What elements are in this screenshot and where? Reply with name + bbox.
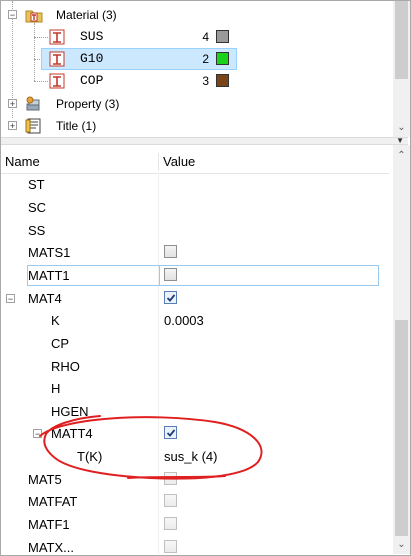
grid-row-hgen[interactable]: HGEN <box>1 400 389 423</box>
property-name: MATF1 <box>28 517 70 532</box>
grid-row-cp[interactable]: CP <box>1 332 389 355</box>
collapse-icon[interactable]: − <box>33 429 42 439</box>
material-type-icon <box>49 51 67 67</box>
matt1-checkbox[interactable] <box>164 268 177 281</box>
splitter-arrow-icon: ▼ <box>396 136 404 145</box>
grid-row-matt1[interactable]: MATT1 <box>1 264 389 287</box>
grid-header: Name Value <box>1 151 389 174</box>
property-icon <box>25 96 43 112</box>
column-header-name[interactable]: Name <box>1 151 158 173</box>
tree-item-title[interactable]: + Title (1) <box>1 115 241 137</box>
grid-row-matx[interactable]: MATX... <box>1 536 389 554</box>
property-name: MAT4 <box>28 291 62 306</box>
property-name: HGEN <box>51 404 89 419</box>
tree-item-property[interactable]: + Property (3) <box>1 93 241 115</box>
mat5-checkbox[interactable] <box>164 472 177 485</box>
matfat-checkbox[interactable] <box>164 494 177 507</box>
grid-row-sc[interactable]: SC <box>1 196 389 219</box>
color-swatch[interactable] <box>216 30 229 43</box>
grid-row-k[interactable]: K 0.0003 <box>1 309 389 332</box>
expand-icon[interactable]: + <box>8 99 17 109</box>
matt4-checkbox[interactable] <box>164 426 177 439</box>
mat4-checkbox[interactable] <box>164 291 177 304</box>
material-type-icon <box>49 73 67 89</box>
material-id: 4 <box>202 30 209 44</box>
grid-row-mat4[interactable]: − MAT4 <box>1 287 389 310</box>
mats1-checkbox[interactable] <box>164 245 177 258</box>
tree-item-cop[interactable]: COP 3 <box>1 70 241 92</box>
tree-item-label: Material (3) <box>56 8 117 22</box>
tree-item-g10[interactable]: G10 2 <box>1 48 241 70</box>
row-focus-outline <box>27 265 379 286</box>
tree-item-material[interactable]: − Material (3) <box>1 4 241 26</box>
grid-row-h[interactable]: H <box>1 377 389 400</box>
grid-row-mats1[interactable]: MATS1 <box>1 241 389 264</box>
grid-row-tk[interactable]: T(K) sus_k (4) <box>1 445 389 468</box>
scroll-down-icon[interactable]: ⌄ <box>393 536 410 553</box>
tree-item-label: Title (1) <box>56 119 97 133</box>
tree-item-label: COP <box>80 73 104 88</box>
grid-row-rho[interactable]: RHO <box>1 355 389 378</box>
grid-row-ss[interactable]: SS <box>1 219 389 242</box>
panel-splitter[interactable]: ▼ <box>1 136 408 145</box>
matx-checkbox[interactable] <box>164 540 177 553</box>
grid-row-st[interactable]: ST <box>1 173 389 196</box>
property-name: K <box>51 313 60 328</box>
scroll-up-icon[interactable]: ⌃ <box>393 147 410 164</box>
property-name: MATT4 <box>51 426 93 441</box>
grid-row-mat5[interactable]: MAT5 <box>1 468 389 491</box>
property-value[interactable]: 0.0003 <box>164 309 204 332</box>
property-name: MATT1 <box>28 268 70 283</box>
property-name: SS <box>28 223 46 238</box>
collapse-icon[interactable]: − <box>6 294 15 304</box>
grid-row-matfat[interactable]: MATFAT <box>1 490 389 513</box>
property-name: MATS1 <box>28 245 71 260</box>
material-id: 2 <box>202 52 209 66</box>
expand-icon[interactable]: + <box>8 121 17 131</box>
tree-scrollbar[interactable]: ⌄ <box>393 1 410 137</box>
material-type-icon <box>49 29 67 45</box>
property-grid: Name Value ST SC SS MATS1 MATT1 − MAT4 K… <box>1 145 389 554</box>
material-folder-icon <box>25 7 43 23</box>
tree-item-sus[interactable]: SUS 4 <box>1 26 241 48</box>
tree-item-label: G10 <box>80 51 104 66</box>
material-id: 3 <box>202 74 209 88</box>
property-name: MAT5 <box>28 472 62 487</box>
collapse-icon[interactable]: − <box>8 10 17 20</box>
tree-item-label: SUS <box>80 29 104 44</box>
title-icon <box>25 118 43 134</box>
property-name: CP <box>51 336 70 351</box>
scrollbar-thumb[interactable] <box>395 1 408 79</box>
matf1-checkbox[interactable] <box>164 517 177 530</box>
property-name: ST <box>28 177 45 192</box>
grid-scrollbar[interactable]: ⌃ ⌄ <box>393 145 410 554</box>
color-swatch[interactable] <box>216 52 229 65</box>
property-name: SC <box>28 200 47 215</box>
color-swatch[interactable] <box>216 74 229 87</box>
property-name: T(K) <box>77 449 103 464</box>
scroll-down-icon[interactable]: ⌄ <box>393 119 410 136</box>
grid-row-matf1[interactable]: MATF1 <box>1 513 389 536</box>
property-name: MATFAT <box>28 494 78 509</box>
property-name: H <box>51 381 61 396</box>
property-name: RHO <box>51 359 80 374</box>
property-value[interactable]: sus_k (4) <box>164 445 217 468</box>
column-header-value[interactable]: Value <box>159 151 389 173</box>
model-tree: − Material (3) SUS 4 G10 2 COP 3 + Prope… <box>1 1 389 137</box>
grid-row-matt4[interactable]: − MATT4 <box>1 422 389 445</box>
scrollbar-thumb[interactable] <box>395 320 408 536</box>
property-name: MATX... <box>28 540 74 554</box>
tree-item-label: Property (3) <box>56 97 120 111</box>
